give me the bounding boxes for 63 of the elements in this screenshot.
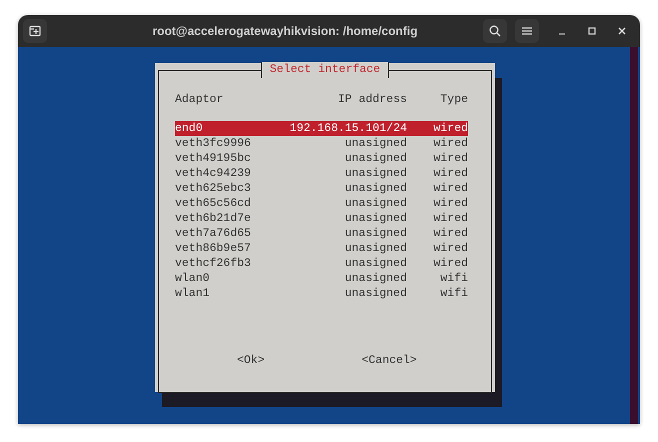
interface-row[interactable]: veth3fc9996 unasigned wired bbox=[175, 136, 468, 151]
new-tab-icon bbox=[29, 25, 41, 37]
search-button[interactable] bbox=[483, 19, 507, 43]
cancel-button[interactable]: <Cancel> bbox=[362, 352, 417, 370]
interface-row[interactable]: end0 192.168.15.101/24 wired bbox=[175, 121, 468, 136]
ip-address: unasigned bbox=[344, 211, 407, 226]
window-title: root@accelerogatewayhikvision: /home/config bbox=[151, 23, 419, 40]
close-icon bbox=[618, 27, 626, 35]
interface-type: wired bbox=[432, 211, 468, 226]
ip-address: unasigned bbox=[344, 166, 407, 181]
interface-row[interactable]: veth4c94239 unasigned wired bbox=[175, 166, 468, 181]
interface-row[interactable]: vethcf26fb3 unasigned wired bbox=[175, 256, 468, 271]
menu-button[interactable] bbox=[515, 19, 539, 43]
adaptor-name: veth65c56cd bbox=[175, 196, 252, 211]
column-header: IP address bbox=[336, 92, 407, 107]
dialog-title: Select interface bbox=[260, 62, 390, 78]
ip-address: unasigned bbox=[344, 151, 407, 166]
interface-row[interactable]: veth625ebc3 unasigned wired bbox=[175, 181, 468, 196]
adaptor-name: end0 bbox=[175, 121, 204, 136]
ip-address: unasigned bbox=[344, 241, 407, 256]
interface-type: wired bbox=[432, 256, 468, 271]
adaptor-name: veth49195bc bbox=[175, 151, 252, 166]
adaptor-name: veth86b9e57 bbox=[175, 241, 252, 256]
adaptor-name: veth7a76d65 bbox=[175, 226, 252, 241]
interface-type: wired bbox=[432, 151, 468, 166]
interface-type: wired bbox=[432, 136, 468, 151]
column-header: Type bbox=[439, 92, 468, 107]
adaptor-name: veth625ebc3 bbox=[175, 181, 252, 196]
adaptor-name: veth4c94239 bbox=[175, 166, 252, 181]
ip-address: 192.168.15.101/24 bbox=[288, 121, 407, 136]
ip-address: unasigned bbox=[344, 256, 407, 271]
interface-type: wired bbox=[432, 241, 468, 256]
interface-row[interactable]: veth6b21d7e unasigned wired bbox=[175, 211, 468, 226]
adaptor-name: wlan1 bbox=[175, 286, 211, 301]
ip-address: unasigned bbox=[344, 136, 407, 151]
interface-type: wifi bbox=[439, 271, 468, 286]
menu-icon bbox=[522, 26, 532, 36]
new-tab-button[interactable] bbox=[23, 19, 47, 43]
ip-address: unasigned bbox=[344, 226, 407, 241]
ip-address: unasigned bbox=[344, 196, 407, 211]
interface-row[interactable]: veth7a76d65 unasigned wired bbox=[175, 226, 468, 241]
interface-type: wired bbox=[432, 196, 468, 211]
ip-address: unasigned bbox=[344, 181, 407, 196]
ip-address: unasigned bbox=[344, 286, 407, 301]
column-header: Adaptor bbox=[175, 92, 224, 107]
search-icon bbox=[489, 25, 501, 37]
interface-type: wired bbox=[432, 226, 468, 241]
interface-row[interactable]: veth86b9e57 unasigned wired bbox=[175, 241, 468, 256]
interface-type: wired bbox=[432, 166, 468, 181]
interface-type: wired bbox=[432, 121, 468, 136]
interface-row[interactable]: veth49195bc unasigned wired bbox=[175, 151, 468, 166]
adaptor-name: veth3fc9996 bbox=[175, 136, 252, 151]
adaptor-name: vethcf26fb3 bbox=[175, 256, 252, 271]
maximize-icon bbox=[588, 27, 596, 35]
adaptor-name: veth6b21d7e bbox=[175, 211, 252, 226]
interface-row[interactable]: veth65c56cd unasigned wired bbox=[175, 196, 468, 211]
ip-address: unasigned bbox=[344, 271, 407, 286]
interface-type: wifi bbox=[439, 286, 468, 301]
interface-row[interactable]: wlan1 unasigned wifi bbox=[175, 286, 468, 301]
ok-button[interactable]: <Ok> bbox=[237, 352, 265, 370]
interface-row[interactable]: wlan0 unasigned wifi bbox=[175, 271, 468, 286]
adaptor-name: wlan0 bbox=[175, 271, 211, 286]
interface-type: wired bbox=[432, 181, 468, 196]
